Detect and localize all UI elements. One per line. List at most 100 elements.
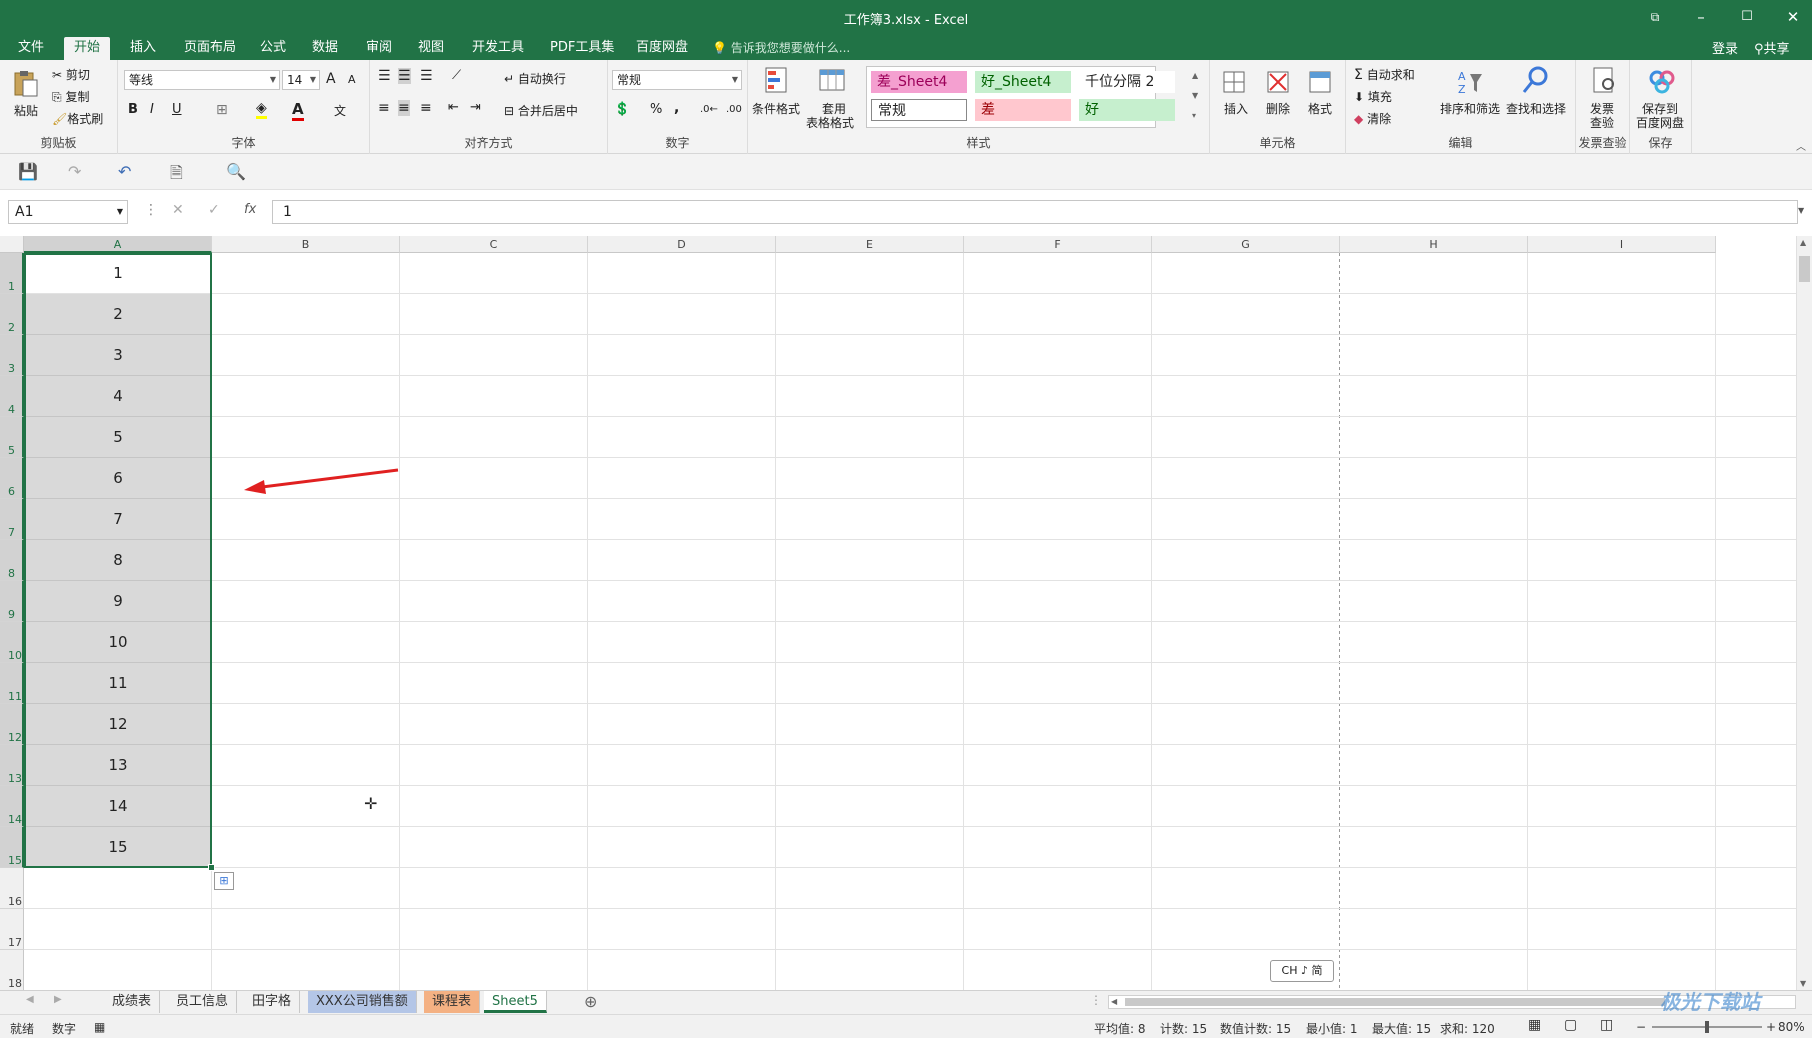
increase-indent-icon[interactable]: ⇥ (470, 100, 481, 115)
cell-a4[interactable]: 4 (24, 376, 212, 417)
scroll-up-icon[interactable]: ▲ (1800, 238, 1806, 247)
tab-view[interactable]: 视图 (408, 37, 454, 60)
row-header-17[interactable]: 17 (0, 909, 24, 950)
cell-a6[interactable]: 6 (24, 458, 212, 499)
bold-button[interactable]: B (128, 102, 138, 117)
row-header-2[interactable]: 2 (0, 294, 24, 335)
row-header-9[interactable]: 9 (0, 581, 24, 622)
zoom-slider-thumb[interactable] (1705, 1021, 1709, 1033)
scroll-down-icon[interactable]: ▼ (1800, 979, 1806, 988)
baidu-netdisk-icon[interactable] (1646, 64, 1678, 96)
page-layout-view-icon[interactable]: ▢ (1564, 1017, 1577, 1033)
select-all-corner[interactable] (0, 236, 24, 253)
invoice-check-line2[interactable]: 查验 (1590, 114, 1614, 131)
tab-formulas[interactable]: 公式 (250, 37, 296, 60)
column-header-f[interactable]: F (964, 236, 1152, 253)
row-header-12[interactable]: 12 (0, 704, 24, 745)
collapse-ribbon-icon[interactable]: ︿ (1796, 138, 1806, 153)
share-button[interactable]: ⚲共享 (1754, 38, 1790, 57)
column-header-h[interactable]: H (1340, 236, 1528, 253)
cell-a15[interactable]: 15 (24, 827, 212, 868)
undo-icon[interactable]: ↶ (118, 162, 131, 181)
find-select-icon[interactable] (1520, 64, 1552, 96)
format-painter-button[interactable]: 🖌格式刷 (52, 110, 103, 127)
preview-icon[interactable]: 🔍 (226, 162, 246, 181)
column-header-d[interactable]: D (588, 236, 776, 253)
underline-button[interactable]: U (172, 102, 182, 117)
clear-button[interactable]: ◆ 清除 (1354, 110, 1391, 127)
cell-a14[interactable]: 14 (24, 786, 212, 827)
border-icon[interactable]: ⊞ (216, 102, 228, 118)
cell-a1[interactable]: 1 (24, 253, 212, 294)
column-header-b[interactable]: B (212, 236, 400, 253)
cell-a3[interactable]: 3 (24, 335, 212, 376)
gallery-scroll-icon[interactable]: ▲ ▼ ▾ (1192, 66, 1198, 126)
style-good[interactable]: 好 (1079, 99, 1175, 121)
table-format-icon[interactable] (816, 64, 848, 96)
name-box[interactable]: A1 ▼ (8, 200, 128, 224)
sort-filter-icon[interactable]: AZ (1454, 66, 1486, 98)
tab-home[interactable]: 开始 (64, 37, 111, 60)
row-header-14[interactable]: 14 (0, 786, 24, 827)
sheet-tab-schedule[interactable]: 课程表 (424, 991, 481, 1013)
copy-button[interactable]: ⎘ 复制 (52, 88, 89, 105)
tab-baidu-netdisk[interactable]: 百度网盘 (626, 37, 698, 60)
decrease-decimal-icon[interactable]: .00 (726, 104, 742, 115)
fill-button[interactable]: ⬇ 填充 (1354, 88, 1392, 105)
zoom-out-icon[interactable]: − (1636, 1020, 1646, 1034)
invoice-check-icon[interactable] (1588, 64, 1620, 96)
tab-page-layout[interactable]: 页面布局 (174, 37, 246, 60)
row-header-3[interactable]: 3 (0, 335, 24, 376)
close-button[interactable]: ✕ (1778, 6, 1808, 28)
phonetic-icon[interactable]: 文 (334, 102, 346, 119)
align-left-icon[interactable]: ≡ (378, 100, 390, 116)
worksheet-grid[interactable]: A B C D E F G H I 1 1 2 2 3 3 4 4 5 5 6 6 7 7 8 8 9 9 10 10 11 11 12 12 1… (0, 236, 1796, 990)
maximize-button[interactable]: ☐ (1732, 6, 1762, 28)
row-header-18[interactable]: 18 (0, 950, 24, 990)
fill-color-icon[interactable]: ◈ (256, 100, 267, 119)
cell-a7[interactable]: 7 (24, 499, 212, 540)
cell-a8[interactable]: 8 (24, 540, 212, 581)
style-normal[interactable]: 常规 (871, 99, 967, 121)
tell-me-search[interactable]: 💡 告诉我您想要做什么... (712, 39, 850, 56)
style-good-sheet4[interactable]: 好_Sheet4 (975, 71, 1071, 93)
confirm-icon[interactable]: ✓ (208, 202, 220, 218)
cell-a2[interactable]: 2 (24, 294, 212, 335)
conditional-format-icon[interactable] (762, 64, 794, 96)
redo-icon[interactable]: ↷ (68, 162, 81, 181)
paste-icon[interactable] (10, 68, 42, 100)
scroll-left-icon[interactable]: ◀ (1111, 997, 1117, 1006)
normal-view-icon[interactable]: ▦ (1528, 1017, 1541, 1033)
tab-split-handle[interactable]: ⋮ (1090, 993, 1102, 1007)
row-header-16[interactable]: 16 (0, 868, 24, 909)
align-right-icon[interactable]: ≡ (420, 100, 432, 116)
macro-record-icon[interactable]: ▦ (94, 1020, 105, 1034)
cell-a11[interactable]: 11 (24, 663, 212, 704)
find-select-button[interactable]: 查找和选择 (1506, 100, 1566, 117)
insert-button[interactable]: 插入 (1224, 100, 1248, 117)
paste-button[interactable]: 粘贴 (14, 102, 38, 119)
sort-filter-button[interactable]: 排序和筛选 (1440, 100, 1500, 117)
column-header-g[interactable]: G (1152, 236, 1340, 253)
zoom-level[interactable]: 80% (1778, 1020, 1805, 1034)
expand-formula-icon[interactable]: ▼ (1798, 206, 1804, 215)
row-header-11[interactable]: 11 (0, 663, 24, 704)
font-name-select[interactable]: 等线 ▼ (124, 70, 280, 90)
increase-decimal-icon[interactable]: .0← (700, 104, 718, 115)
column-header-c[interactable]: C (400, 236, 588, 253)
tab-data[interactable]: 数据 (302, 37, 348, 60)
function-icon[interactable]: fx (244, 202, 256, 217)
minimize-button[interactable]: – (1686, 6, 1716, 28)
cell-a13[interactable]: 13 (24, 745, 212, 786)
merge-center-button[interactable]: ⊟ 合并后居中 (504, 102, 578, 119)
decrease-indent-icon[interactable]: ⇤ (448, 100, 459, 115)
fill-handle[interactable] (208, 864, 215, 871)
currency-icon[interactable]: 💲 (614, 102, 630, 117)
row-header-10[interactable]: 10 (0, 622, 24, 663)
row-header-4[interactable]: 4 (0, 376, 24, 417)
align-middle-icon[interactable]: ☰ (398, 68, 411, 84)
font-size-select[interactable]: 14 ▼ (282, 70, 320, 90)
cell-a12[interactable]: 12 (24, 704, 212, 745)
formula-input[interactable]: 1 (272, 200, 1798, 224)
table-format-line2[interactable]: 表格格式 (806, 114, 854, 131)
